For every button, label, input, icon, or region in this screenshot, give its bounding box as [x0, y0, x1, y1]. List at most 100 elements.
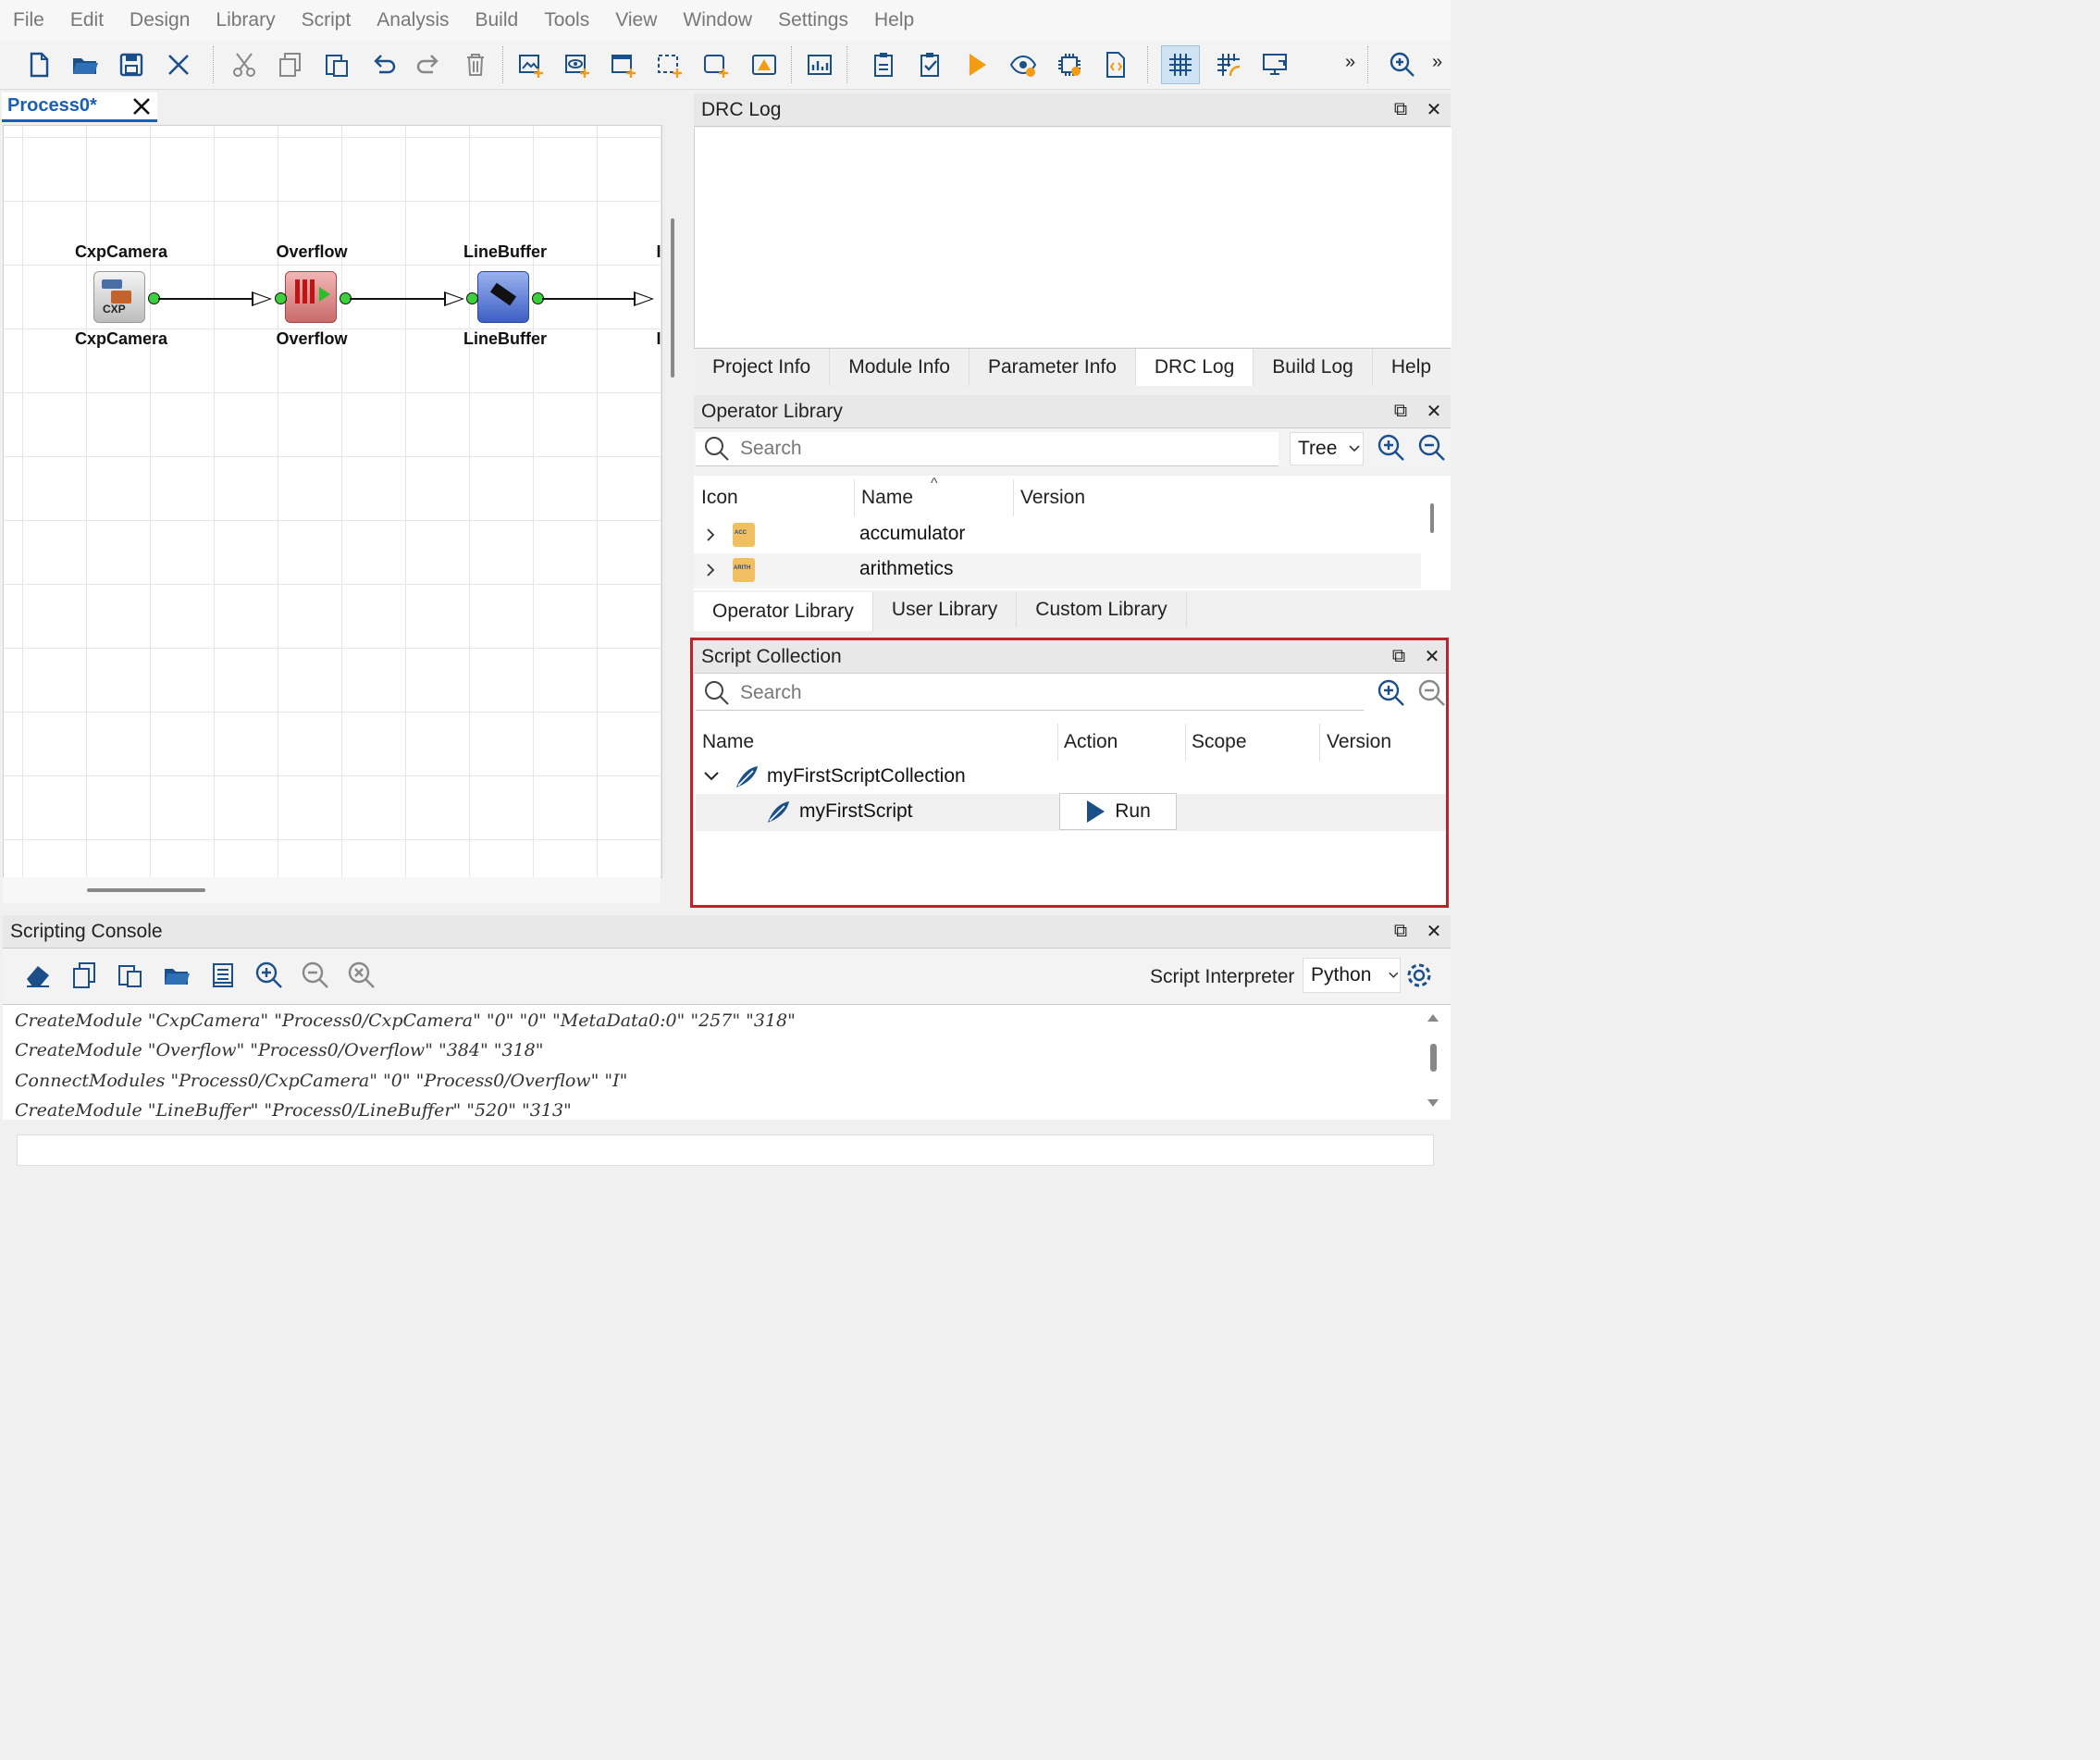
- add-window-icon[interactable]: [605, 46, 642, 83]
- paste-icon[interactable]: [318, 46, 355, 83]
- open-folder-icon[interactable]: [67, 46, 104, 83]
- menu-view[interactable]: View: [602, 9, 670, 31]
- file-code-icon[interactable]: [1097, 46, 1134, 83]
- table-row[interactable]: ACC accumulator: [694, 518, 1421, 553]
- run-button[interactable]: Run: [1059, 793, 1177, 830]
- console-output[interactable]: CreateModule "CxpCamera" "Process0/CxpCa…: [3, 1004, 1451, 1121]
- add-box-icon[interactable]: [698, 46, 735, 83]
- operator-search-input[interactable]: Search: [696, 432, 1279, 466]
- menu-design[interactable]: Design: [117, 9, 203, 31]
- eye-icon[interactable]: [1005, 46, 1042, 83]
- console-input[interactable]: [17, 1134, 1434, 1166]
- toolbar-overflow-button-2[interactable]: »: [1432, 52, 1442, 73]
- cxpcamera-module[interactable]: CXP: [93, 271, 145, 323]
- close-icon[interactable]: ✕: [1417, 400, 1451, 423]
- chevron-right-icon[interactable]: [705, 527, 716, 542]
- copy-icon[interactable]: [272, 46, 309, 83]
- paste-icon[interactable]: [116, 961, 145, 995]
- zoom-in-icon[interactable]: [1377, 678, 1406, 713]
- delete-icon[interactable]: [457, 46, 494, 83]
- zoom-out-icon[interactable]: [1417, 678, 1447, 713]
- tab-operator-library[interactable]: Operator Library: [694, 592, 873, 631]
- menu-script[interactable]: Script: [289, 9, 364, 31]
- tab-project-info[interactable]: Project Info: [694, 349, 831, 386]
- clipboard-check-icon[interactable]: [912, 46, 949, 83]
- menu-library[interactable]: Library: [203, 9, 288, 31]
- chevron-right-icon[interactable]: [705, 563, 716, 577]
- script-search-input[interactable]: Search: [696, 676, 1364, 711]
- column-header-name[interactable]: Name: [702, 731, 754, 753]
- close-icon[interactable]: ✕: [1417, 920, 1451, 943]
- restore-icon[interactable]: ⧉: [1384, 99, 1417, 120]
- add-selection-icon[interactable]: [651, 46, 688, 83]
- column-header-version[interactable]: Version: [1020, 487, 1085, 509]
- new-file-icon[interactable]: [20, 46, 57, 83]
- warning-icon[interactable]: [746, 46, 783, 83]
- restore-icon[interactable]: ⧉: [1384, 921, 1417, 942]
- column-header-name[interactable]: Name: [861, 487, 913, 509]
- linebuffer-input-port[interactable]: [466, 292, 478, 304]
- close-icon[interactable]: ✕: [1415, 645, 1449, 668]
- chip-icon[interactable]: [1051, 46, 1088, 83]
- tab-user-library[interactable]: User Library: [872, 592, 1018, 627]
- restore-icon[interactable]: ⧉: [1382, 646, 1415, 667]
- add-view-icon[interactable]: [559, 46, 596, 83]
- tab-parameter-info[interactable]: Parameter Info: [969, 349, 1136, 386]
- tab-custom-library[interactable]: Custom Library: [1017, 592, 1187, 627]
- close-icon[interactable]: [160, 46, 197, 83]
- zoom-in-icon[interactable]: [1384, 46, 1421, 83]
- column-header-scope[interactable]: Scope: [1192, 731, 1247, 753]
- linebuffer-module[interactable]: [477, 271, 529, 323]
- overflow-input-port[interactable]: [275, 292, 287, 304]
- zoom-in-icon[interactable]: [254, 961, 284, 995]
- menu-tools[interactable]: Tools: [531, 9, 602, 31]
- column-header-version[interactable]: Version: [1327, 731, 1391, 753]
- menu-window[interactable]: Window: [670, 9, 765, 31]
- toolbar-overflow-button[interactable]: »: [1345, 52, 1355, 73]
- view-mode-select[interactable]: Tree: [1290, 432, 1364, 465]
- script-interpreter-select[interactable]: Python: [1303, 958, 1401, 993]
- run-icon[interactable]: [958, 46, 995, 83]
- console-scrollbar[interactable]: [1430, 1044, 1437, 1072]
- save-icon[interactable]: [113, 46, 150, 83]
- restore-icon[interactable]: ⧉: [1384, 401, 1417, 422]
- menu-edit[interactable]: Edit: [57, 9, 117, 31]
- canvas-vertical-scrollbar[interactable]: [671, 218, 674, 378]
- zoom-in-icon[interactable]: [1377, 433, 1406, 467]
- scroll-down-icon[interactable]: [1427, 1097, 1439, 1109]
- gear-icon[interactable]: [1404, 961, 1434, 995]
- tab-help[interactable]: Help: [1372, 349, 1451, 386]
- display-icon[interactable]: [1256, 46, 1293, 83]
- menu-settings[interactable]: Settings: [765, 9, 861, 31]
- close-icon[interactable]: ✕: [1417, 98, 1451, 121]
- column-header-action[interactable]: Action: [1064, 731, 1118, 753]
- menu-analysis[interactable]: Analysis: [364, 9, 462, 31]
- zoom-out-icon[interactable]: [1417, 433, 1447, 467]
- cut-icon[interactable]: [226, 46, 263, 83]
- copy-icon[interactable]: [69, 961, 99, 995]
- grid-snap-icon[interactable]: [1210, 46, 1247, 83]
- canvas-horizontal-scrollbar[interactable]: [87, 888, 205, 892]
- tab-build-log[interactable]: Build Log: [1254, 349, 1373, 386]
- overflow-module[interactable]: [285, 271, 337, 323]
- zoom-reset-icon[interactable]: [347, 961, 377, 995]
- close-tab-icon[interactable]: [131, 96, 152, 117]
- chart-icon[interactable]: [801, 46, 838, 83]
- menu-build[interactable]: Build: [463, 9, 532, 31]
- open-folder-icon[interactable]: [162, 961, 191, 995]
- editor-tab[interactable]: Process0*: [2, 93, 157, 122]
- scroll-up-icon[interactable]: [1427, 1012, 1439, 1023]
- table-row[interactable]: ARITH arithmetics: [694, 553, 1421, 589]
- menu-file[interactable]: File: [0, 9, 57, 31]
- document-icon[interactable]: [208, 961, 238, 995]
- chevron-down-icon[interactable]: [703, 770, 720, 783]
- tab-drc-log[interactable]: DRC Log: [1135, 349, 1254, 386]
- redo-icon[interactable]: [411, 46, 448, 83]
- operator-table-scrollbar[interactable]: [1430, 503, 1434, 533]
- collection-row[interactable]: myFirstScriptCollection: [696, 761, 1447, 794]
- add-image-icon[interactable]: [513, 46, 550, 83]
- column-header-icon[interactable]: Icon: [701, 487, 738, 509]
- tab-module-info[interactable]: Module Info: [830, 349, 970, 386]
- grid-icon[interactable]: [1161, 45, 1200, 84]
- design-canvas[interactable]: CxpCamera Overflow LineBuffer I CxpCamer…: [3, 125, 662, 878]
